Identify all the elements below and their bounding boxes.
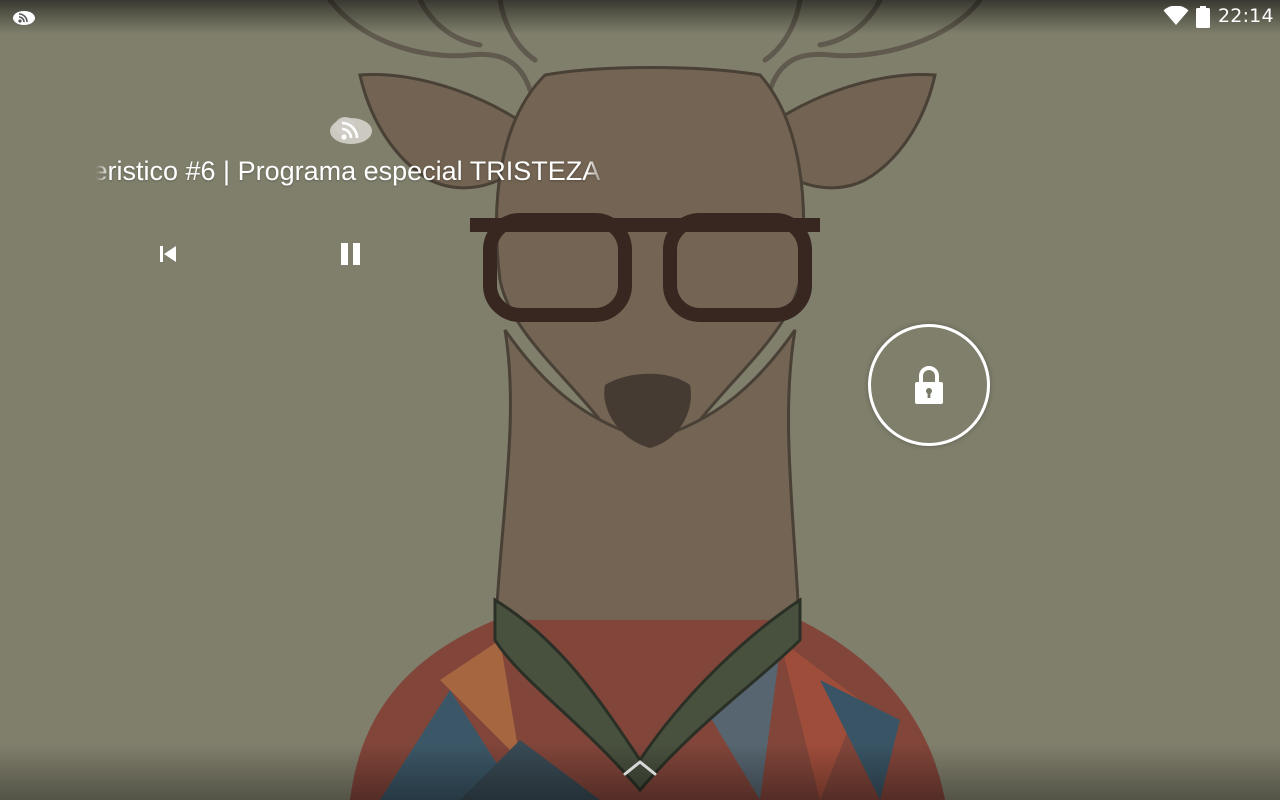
track-title-marquee: teristico #6 | Programa especial TRISTEZ…	[96, 152, 608, 192]
lock-icon	[915, 366, 943, 404]
podcast-cloud-icon	[330, 117, 372, 144]
track-title: teristico #6 | Programa especial TRISTEZ…	[96, 156, 601, 186]
chevron-up-icon[interactable]	[622, 756, 658, 780]
previous-track-button[interactable]	[144, 230, 192, 278]
pause-icon	[341, 243, 360, 265]
lock-screen: 22:14 teristico #6 | Programa especial T…	[0, 0, 1280, 800]
pause-button[interactable]	[327, 230, 375, 278]
wallpaper-illustration	[0, 0, 1280, 800]
skip-previous-icon	[160, 246, 176, 262]
status-time: 22:14	[1218, 5, 1274, 27]
wifi-icon	[1163, 6, 1189, 25]
podcast-cloud-icon	[13, 11, 35, 25]
status-bar: 22:14	[0, 0, 1280, 34]
unlock-handle[interactable]	[868, 324, 990, 446]
battery-icon	[1196, 6, 1210, 28]
